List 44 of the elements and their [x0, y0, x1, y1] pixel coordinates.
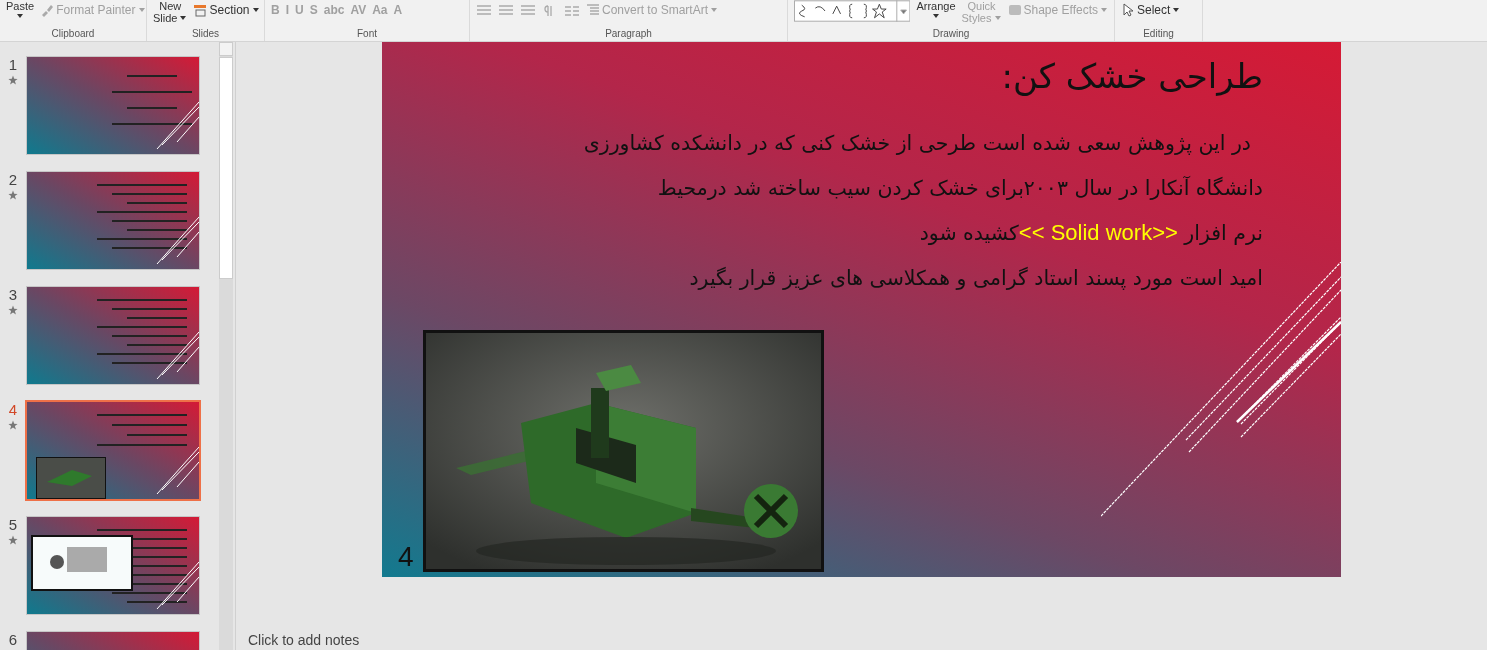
ribbon-button[interactable]: Arrange [916, 0, 956, 20]
group-label: Drawing [931, 27, 971, 41]
slide-number: 5 [8, 516, 18, 533]
caret-icon [251, 6, 260, 14]
slide-number: 4 [8, 401, 18, 418]
slide-number: 2 [8, 171, 18, 188]
caret-icon [1100, 6, 1108, 14]
group-label: Paragraph [604, 27, 653, 41]
cursor-icon [1121, 3, 1135, 17]
group-label: Clipboard [50, 27, 96, 41]
slide-text: امید است مورد پسند استاد گرامی و همکلاسی های عزیز قرار بگیرد [689, 265, 1263, 292]
caret-icon [710, 6, 719, 14]
notes-placeholder[interactable]: Click to add notes [248, 632, 360, 648]
ribbon-button[interactable]: Paste [6, 0, 35, 20]
slide-thumbnail[interactable] [25, 400, 201, 501]
slide-number: 4 [398, 542, 414, 572]
slide-title: طراحی خشک کن: [1001, 56, 1263, 96]
section-icon [193, 3, 208, 17]
caret-icon [137, 6, 146, 14]
slide-thumbnail[interactable] [26, 516, 200, 615]
group-label: Editing [1142, 27, 1175, 41]
shape-icon [1007, 3, 1022, 17]
brush-icon [40, 3, 55, 17]
slide-text: در این پژوهش سعی شده است طرحی از خشک کنی که در دانشکده کشاورزی [583, 130, 1251, 157]
caret-icon [16, 12, 25, 20]
shapes-gallery[interactable] [794, 0, 911, 22]
scrollbar[interactable] [219, 42, 233, 650]
ribbon-button[interactable]: Section [193, 3, 260, 17]
group-label: Font [356, 27, 378, 41]
ribbon-button[interactable]: Select [1121, 3, 1181, 17]
slide-thumbnail[interactable] [26, 171, 200, 270]
slide-text: دانشگاه آنکارا در سال ۲۰۰۳برای خشک کردن سیب ساخته شد درمحیط [657, 175, 1263, 202]
caret-icon [179, 14, 188, 22]
caret-icon [993, 14, 1002, 22]
slide-thumbnail[interactable] [26, 286, 200, 385]
slide-number: 1 [8, 56, 18, 73]
group-label: Slides [190, 27, 221, 41]
slide-number: 6 [8, 631, 18, 648]
slide-thumbnail[interactable] [26, 56, 200, 155]
slide-number: 3 [8, 286, 18, 303]
diagram-icon [586, 3, 600, 17]
ribbon-button[interactable]: New Slide [153, 0, 188, 24]
caret-icon [1172, 6, 1181, 14]
caret-icon [931, 12, 940, 20]
